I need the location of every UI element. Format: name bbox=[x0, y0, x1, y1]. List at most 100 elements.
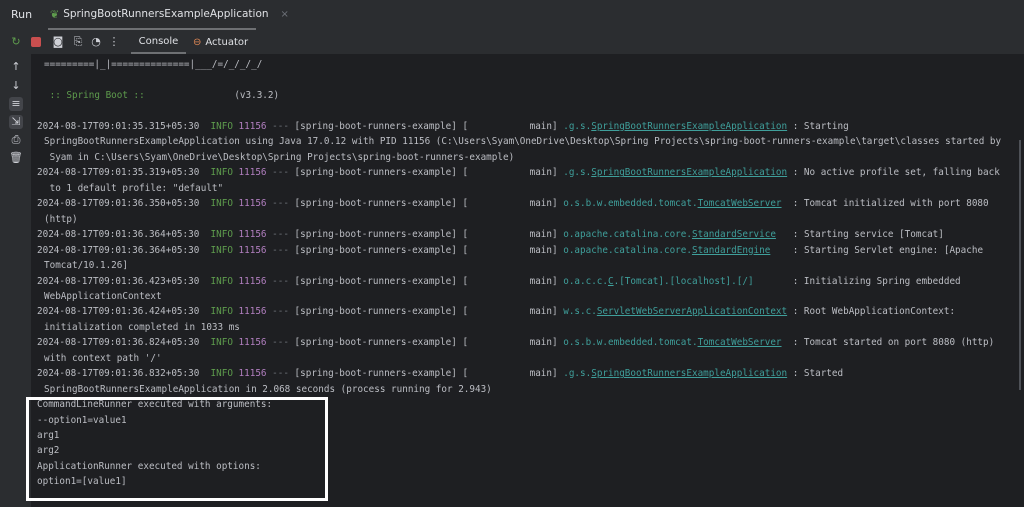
log-separator: --- bbox=[266, 368, 295, 380]
actuator-icon: ⊖ bbox=[193, 36, 202, 48]
log-continuation: Syam in C:\Users\Syam\OneDrive\Desktop\S… bbox=[44, 151, 515, 163]
log-line: 2024-08-17T09:01:36.350+05:30 INFO 11156… bbox=[37, 198, 989, 210]
tab-actuator[interactable]: ⊖ Actuator bbox=[193, 30, 248, 54]
log-timestamp: 2024-08-17T09:01:36.424+05:30 bbox=[37, 306, 200, 318]
run-label: Run bbox=[11, 8, 33, 21]
log-thread: [spring-boot-runners-example] [ main] bbox=[294, 306, 558, 318]
logger-suffix: .[Tomcat].[localhost].[/] bbox=[613, 275, 754, 287]
log-continuation: WebApplicationContext bbox=[44, 290, 162, 302]
log-line: 2024-08-17T09:01:36.364+05:30 INFO 11156… bbox=[37, 244, 984, 256]
spring-boot-icon: ❦ bbox=[50, 7, 60, 21]
log-thread: [spring-boot-runners-example] [ main] bbox=[294, 229, 558, 241]
log-message: Root WebApplicationContext: bbox=[803, 306, 956, 318]
log-thread: [spring-boot-runners-example] [ main] bbox=[294, 198, 558, 210]
log-thread: [spring-boot-runners-example] [ main] bbox=[294, 368, 558, 380]
log-timestamp: 2024-08-17T09:01:36.824+05:30 bbox=[37, 337, 200, 349]
log-continuation: (http) bbox=[44, 213, 78, 225]
log-level: INFO bbox=[210, 306, 233, 318]
print-icon[interactable]: ⎙ bbox=[9, 133, 23, 147]
logger-class-link[interactable]: SpringBootRunnersExampleApplication bbox=[591, 368, 787, 379]
console-output[interactable]: =========|_|==============|___/=/_/_/_/ … bbox=[31, 54, 1024, 507]
log-separator: --- bbox=[266, 229, 295, 241]
log-timestamp: 2024-08-17T09:01:36.423+05:30 bbox=[37, 275, 200, 287]
more-icon[interactable]: ⋮ bbox=[107, 35, 121, 49]
log-separator: --- bbox=[266, 275, 295, 287]
trash-icon[interactable]: 🗑 bbox=[9, 151, 23, 165]
camera-icon[interactable]: ◙ bbox=[51, 35, 65, 49]
log-continuation: initialization completed in 1033 ms bbox=[44, 321, 240, 333]
log-separator: --- bbox=[266, 306, 295, 318]
spring-boot-version: (v3.3.2) bbox=[150, 90, 280, 101]
runner-output-line: arg2 bbox=[37, 445, 60, 457]
log-level: INFO bbox=[210, 337, 233, 349]
scrollbar[interactable] bbox=[1019, 140, 1021, 390]
log-level: INFO bbox=[210, 368, 233, 380]
rerun-icon[interactable]: ↻ bbox=[9, 35, 23, 49]
log-pid: 11156 bbox=[238, 306, 267, 318]
logger-class-link[interactable]: TomcatWebServer bbox=[698, 198, 782, 209]
log-thread: [spring-boot-runners-example] [ main] bbox=[294, 337, 558, 349]
log-line: 2024-08-17T09:01:36.832+05:30 INFO 11156… bbox=[37, 368, 844, 380]
stop-icon[interactable] bbox=[29, 35, 43, 49]
log-timestamp: 2024-08-17T09:01:35.315+05:30 bbox=[37, 121, 200, 132]
dump-icon[interactable]: ⎘ bbox=[71, 35, 85, 49]
console-side-toolbar: ↑ ↓ ≡ ⇲ ⎙ 🗑 bbox=[0, 54, 31, 507]
logger-prefix: o.apache.catalina.core. bbox=[563, 229, 692, 241]
banner-line: =========|_|==============|___/=/_/_/_/ bbox=[44, 59, 263, 70]
logger-prefix: o.a.c.c. bbox=[563, 275, 608, 287]
arrow-down-icon[interactable]: ↓ bbox=[9, 79, 23, 93]
logger-class-link[interactable]: SpringBootRunnersExampleApplication bbox=[591, 121, 787, 132]
tab-actuator-label: Actuator bbox=[205, 36, 249, 48]
log-timestamp: 2024-08-17T09:01:35.319+05:30 bbox=[37, 167, 200, 179]
log-pid: 11156 bbox=[238, 275, 267, 287]
log-level: INFO bbox=[210, 167, 233, 179]
logger-class-link[interactable]: TomcatWebServer bbox=[698, 337, 782, 348]
run-tool-window-header: Run ❦ SpringBootRunnersExampleApplicatio… bbox=[0, 0, 1024, 30]
log-line: 2024-08-17T09:01:36.364+05:30 INFO 11156… bbox=[37, 229, 944, 241]
logger-prefix: .g.s. bbox=[563, 121, 592, 132]
soft-wrap-icon[interactable]: ≡ bbox=[9, 97, 23, 111]
log-timestamp: 2024-08-17T09:01:36.832+05:30 bbox=[37, 368, 200, 380]
tab-console[interactable]: Console bbox=[131, 30, 186, 54]
log-timestamp: 2024-08-17T09:01:36.350+05:30 bbox=[37, 198, 200, 210]
log-thread: [spring-boot-runners-example] [ main] bbox=[294, 121, 558, 132]
log-separator: --- bbox=[266, 198, 295, 210]
log-message: Starting bbox=[803, 121, 849, 132]
logger-class-link[interactable]: StandardEngine bbox=[692, 245, 770, 256]
log-continuation: to 1 default profile: "default" bbox=[44, 182, 224, 194]
log-message: Tomcat started on port 8080 (http) bbox=[803, 337, 995, 349]
log-continuation: with context path '/' bbox=[44, 352, 162, 364]
log-line: 2024-08-17T09:01:36.824+05:30 INFO 11156… bbox=[37, 337, 995, 349]
arrow-up-icon[interactable]: ↑ bbox=[9, 60, 23, 74]
close-icon[interactable]: × bbox=[281, 9, 289, 20]
log-line: 2024-08-17T09:01:36.423+05:30 INFO 11156… bbox=[37, 275, 961, 287]
log-thread: [spring-boot-runners-example] [ main] bbox=[294, 275, 558, 287]
log-message: Initializing Spring embedded bbox=[803, 275, 961, 287]
tab-console-label: Console bbox=[138, 35, 179, 47]
log-level: INFO bbox=[210, 229, 233, 241]
spring-boot-version-line: :: Spring Boot :: (v3.3.2) bbox=[44, 88, 280, 103]
logger-class-link[interactable]: SpringBootRunnersExampleApplication bbox=[591, 167, 787, 178]
logger-class-link[interactable]: ServletWebServerApplicationContext bbox=[597, 306, 787, 317]
log-message: Starting Servlet engine: [Apache bbox=[803, 244, 984, 256]
profiler-icon[interactable]: ◔ bbox=[89, 35, 103, 49]
logger-prefix: o.s.b.w.embedded.tomcat. bbox=[563, 198, 698, 210]
log-thread: [spring-boot-runners-example] [ main] bbox=[294, 244, 558, 256]
log-level: INFO bbox=[210, 275, 233, 287]
runner-output-line: ApplicationRunner executed with options: bbox=[37, 460, 261, 472]
log-pid: 11156 bbox=[238, 229, 267, 241]
runner-output-line: arg1 bbox=[37, 430, 60, 441]
log-separator: --- bbox=[266, 121, 295, 132]
tab-run-configuration[interactable]: ❦ SpringBootRunnersExampleApplication × bbox=[48, 0, 289, 30]
log-level: INFO bbox=[210, 198, 233, 210]
log-separator: --- bbox=[266, 244, 295, 256]
scroll-to-end-icon[interactable]: ⇲ bbox=[9, 115, 23, 129]
log-continuation: SpringBootRunnersExampleApplication usin… bbox=[44, 136, 1002, 148]
log-separator: --- bbox=[266, 167, 295, 179]
log-level: INFO bbox=[210, 244, 233, 256]
log-message: Started bbox=[803, 368, 844, 380]
runner-output-line: CommandLineRunner executed with argument… bbox=[37, 399, 273, 411]
log-continuation: SpringBootRunnersExampleApplication in 2… bbox=[44, 383, 492, 395]
log-pid: 11156 bbox=[238, 368, 267, 380]
logger-class-link[interactable]: StandardService bbox=[692, 229, 776, 240]
